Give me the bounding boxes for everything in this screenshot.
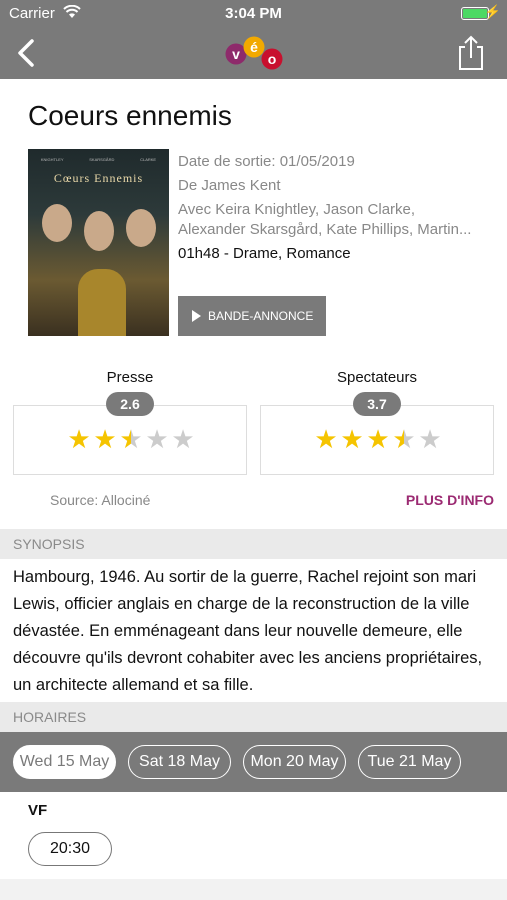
svg-text:v: v [232, 46, 240, 62]
trailer-button[interactable]: BANDE-ANNONCE [178, 296, 326, 336]
svg-text:é: é [250, 39, 258, 55]
star-half-icon: ★ [119, 424, 143, 454]
status-bar: Carrier 3:04 PM ⚡ [0, 0, 507, 28]
date-tab[interactable]: Tue 21 May [358, 745, 461, 779]
date-tab[interactable]: Wed 15 May [13, 745, 116, 779]
poster-title: Cœurs Ennemis [53, 171, 144, 185]
clock: 3:04 PM [225, 5, 282, 22]
date-selector: Wed 15 May Sat 18 May Mon 20 May Tue 21 … [0, 732, 507, 792]
star-full-icon: ★ [67, 424, 91, 454]
svg-text:o: o [268, 51, 277, 67]
star-empty-icon: ★ [171, 424, 195, 454]
audience-stars: ★ ★ ★ ★ ★ [261, 426, 495, 452]
nav-bar: v é o [0, 28, 507, 79]
cast-line: Alexander Skarsgård, Kate Phillips, Mart… [178, 221, 472, 238]
trailer-button-label: BANDE-ANNONCE [208, 309, 314, 323]
showtime-button[interactable]: 20:30 [28, 832, 112, 866]
release-date: Date de sortie: 01/05/2019 [178, 153, 355, 170]
date-tab[interactable]: Mon 20 May [243, 745, 346, 779]
star-empty-icon: ★ [145, 424, 169, 454]
charging-icon: ⚡ [484, 4, 501, 19]
poster-figure [84, 211, 114, 251]
audience-rating-value: 3.7 [353, 392, 401, 416]
movie-title: Coeurs ennemis [28, 100, 232, 131]
poster-figure [126, 209, 156, 247]
star-full-icon: ★ [314, 424, 338, 454]
bottom-spacer [0, 879, 507, 900]
poster-figure [42, 204, 72, 242]
synopsis-header: SYNOPSIS [0, 529, 507, 559]
version-label: VF [28, 802, 48, 819]
poster-name: CLARKE [140, 157, 157, 162]
back-arrow-icon[interactable] [12, 35, 42, 71]
duration-genre: 01h48 - Drame, Romance [178, 245, 351, 262]
poster-figure [78, 269, 126, 336]
synopsis-text: Hambourg, 1946. Au sortir de la guerre, … [13, 568, 483, 694]
cast-line: Avec Keira Knightley, Jason Clarke, [178, 201, 416, 218]
date-tab[interactable]: Sat 18 May [128, 745, 231, 779]
star-full-icon: ★ [93, 424, 117, 454]
poster-name: SKARSGÅRD [89, 157, 115, 162]
rating-source: Source: Allociné [50, 492, 151, 508]
press-rating-label: Presse [106, 369, 154, 386]
play-icon [192, 310, 201, 322]
star-full-icon: ★ [366, 424, 390, 454]
movie-poster[interactable]: KNIGHTLEY SKARSGÅRD CLARKE Cœurs Ennemis [28, 149, 169, 336]
poster-name: KNIGHTLEY [40, 157, 64, 162]
poster-cast-names: KNIGHTLEY SKARSGÅRD CLARKE [28, 157, 169, 162]
movie-detail: Coeurs ennemis KNIGHTLEY SKARSGÅRD CLARK… [0, 79, 507, 900]
press-stars: ★ ★ ★ ★ ★ [14, 426, 248, 452]
more-info-link[interactable]: PLUS D'INFO [406, 492, 494, 508]
share-icon[interactable] [456, 34, 486, 72]
star-full-icon: ★ [340, 424, 364, 454]
press-rating-value: 2.6 [106, 392, 154, 416]
star-half-icon: ★ [392, 424, 416, 454]
director: De James Kent [178, 177, 281, 194]
star-empty-icon: ★ [418, 424, 442, 454]
audience-rating-label: Spectateurs [336, 369, 418, 386]
schedule-header: HORAIRES [0, 702, 507, 732]
veo-logo: v é o [222, 33, 286, 73]
